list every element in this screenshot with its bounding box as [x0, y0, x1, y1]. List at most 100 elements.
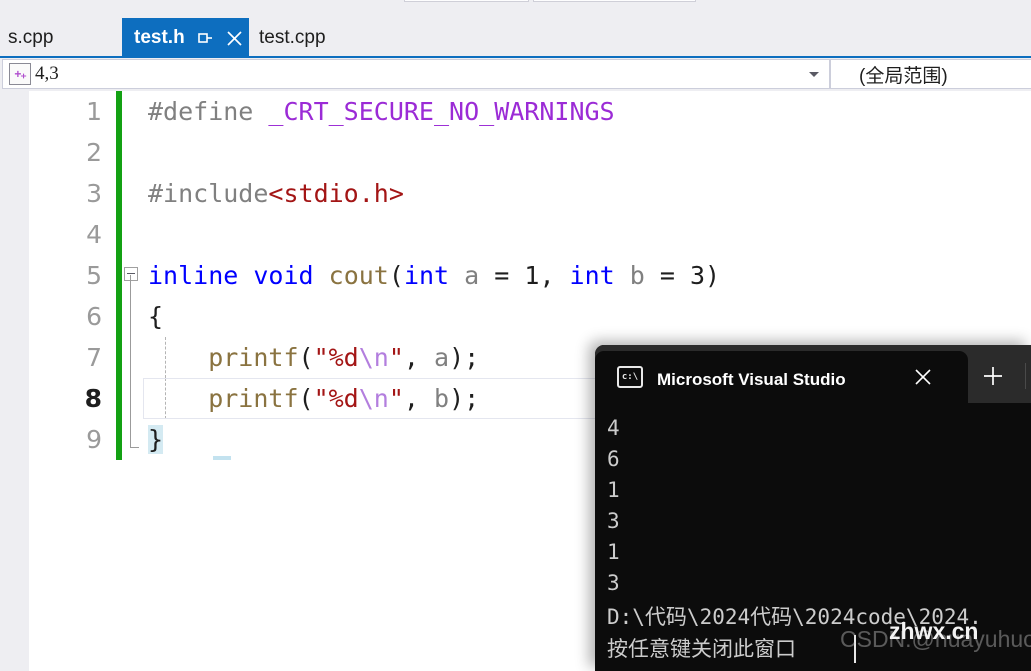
scope-dropdown[interactable]: (全局范围)	[830, 59, 1031, 89]
terminal-tab-title: Microsoft Visual Studio 调试控	[657, 369, 847, 389]
close-icon[interactable]	[909, 363, 937, 391]
code-token: 1	[524, 261, 540, 290]
code-line[interactable]: 2	[29, 132, 1031, 173]
code-token: ,	[539, 261, 570, 290]
code-line[interactable]: 5 inline void cout(int a = 1, int b = 3)	[29, 255, 1031, 296]
code-token: }	[148, 425, 164, 454]
fold-guide-end	[130, 419, 139, 448]
code-token: =	[479, 261, 525, 290]
code-token: (	[298, 343, 314, 372]
terminal-output-line: 6	[607, 447, 620, 471]
toolbar-strip	[0, 0, 1031, 18]
document-tab-bar: s.cpp test.h test.cpp	[0, 18, 1031, 76]
line-number: 5	[86, 261, 102, 290]
code-token: (	[298, 384, 314, 413]
code-token: "%d	[313, 384, 359, 413]
collapse-region-icon[interactable]	[124, 267, 138, 281]
code-text: #include<stdio.h>	[142, 179, 404, 208]
line-number: 6	[86, 302, 102, 331]
toolbar-combo-one[interactable]	[404, 0, 529, 2]
tab-test-h[interactable]: test.h	[122, 18, 246, 58]
terminal-output-area[interactable]: 4 6 1 3 1 3 D:\代码\2024代码\2024code\2024. 按任意键关…	[595, 403, 1031, 671]
visual-studio-window: s.cpp test.h test.cpp +₊ 4,3 (全局范围) 1 #d…	[0, 0, 1031, 671]
terminal-output-line: 1	[607, 478, 620, 502]
close-icon[interactable]	[223, 26, 246, 50]
tab-label: test.h	[134, 27, 185, 48]
code-token: 3	[689, 261, 706, 290]
navigation-bar: +₊ 4,3 (全局范围)	[0, 58, 1031, 91]
pin-icon[interactable]	[193, 26, 216, 50]
code-line[interactable]: 3 #include<stdio.h>	[29, 173, 1031, 214]
fold-guide	[130, 378, 131, 419]
fold-guide	[130, 296, 131, 337]
terminal-path-line: D:\代码\2024代码\2024code\2024.	[607, 605, 982, 629]
code-token: a	[464, 261, 480, 290]
code-token: printf	[148, 384, 299, 413]
tab-label: test.cpp	[259, 27, 326, 48]
terminal-prompt-line: 按任意键关闭此窗口	[607, 633, 1031, 665]
indent-guide	[165, 337, 166, 378]
fold-column[interactable]	[122, 378, 142, 419]
command-prompt-icon: c:\	[617, 366, 643, 388]
code-text: #define _CRT_SECURE_NO_WARNINGS	[142, 97, 615, 126]
terminal-output-lines: 4 6 1 3 1 3	[607, 413, 1031, 599]
line-number: 4	[86, 220, 102, 249]
terminal-prompt-text: 按任意键关闭此窗口	[607, 637, 796, 661]
code-token: ,	[403, 384, 435, 413]
cpp-file-icon: +₊	[9, 63, 31, 85]
terminal-window[interactable]: c:\ Microsoft Visual Studio 调试控 4 6 1 3 1 3	[595, 345, 1031, 671]
line-number: 2	[86, 138, 102, 167]
code-token: inline	[148, 261, 239, 290]
chevron-down-icon[interactable]	[809, 72, 819, 77]
code-token: );	[449, 343, 480, 372]
fold-column[interactable]	[122, 173, 142, 214]
code-token: (	[388, 261, 404, 290]
code-token: "	[388, 384, 404, 413]
code-token: <stdio.h>	[268, 179, 404, 208]
line-number: 8	[84, 384, 102, 413]
code-text: {	[142, 302, 163, 331]
code-token: a	[434, 343, 450, 372]
code-token: )	[705, 261, 721, 290]
fold-guide	[130, 337, 131, 378]
code-token: b	[629, 261, 645, 290]
fold-column[interactable]	[122, 91, 142, 132]
terminal-output-line: 4	[607, 416, 620, 440]
tab-s-cpp[interactable]: s.cpp	[0, 18, 122, 58]
code-token: printf	[148, 343, 299, 372]
code-token: ,	[403, 343, 435, 372]
terminal-tail: D:\代码\2024代码\2024code\2024. 按任意键关闭此窗口	[607, 601, 1031, 665]
fold-column[interactable]	[122, 255, 142, 296]
fold-column[interactable]	[122, 337, 142, 378]
code-token: #define	[148, 97, 269, 126]
terminal-divider	[1025, 363, 1026, 389]
fold-column[interactable]	[122, 214, 142, 255]
code-line[interactable]: 4	[29, 214, 1031, 255]
code-line[interactable]: 1 #define _CRT_SECURE_NO_WARNINGS	[29, 91, 1031, 132]
line-number: 3	[86, 179, 102, 208]
code-text: inline void cout(int a = 1, int b = 3)	[142, 261, 720, 290]
fold-column[interactable]	[122, 419, 142, 460]
code-line[interactable]: 6{	[29, 296, 1031, 337]
tab-test-cpp[interactable]: test.cpp	[246, 18, 389, 58]
line-number: 7	[86, 343, 102, 372]
terminal-output-line: 1	[607, 540, 620, 564]
terminal-output-line: 3	[607, 509, 620, 533]
plus-icon[interactable]	[978, 361, 1008, 391]
toolbar-combo-two[interactable]	[533, 0, 696, 2]
terminal-output-line: 3	[607, 571, 620, 595]
terminal-title-bar[interactable]: c:\ Microsoft Visual Studio 调试控	[595, 345, 1031, 403]
fold-guide	[130, 275, 131, 296]
fold-column[interactable]	[122, 132, 142, 173]
code-text: printf("%d\n", b);	[142, 384, 479, 413]
code-text: printf("%d\n", a);	[142, 343, 479, 372]
code-token: int	[403, 261, 450, 290]
code-token: "	[388, 343, 404, 372]
code-token: _CRT_SECURE_NO_WARNINGS	[268, 97, 615, 126]
indent-guide	[165, 378, 166, 419]
fold-column[interactable]	[122, 296, 142, 337]
position-value: 4,3	[35, 63, 59, 84]
position-dropdown[interactable]: +₊ 4,3	[2, 59, 830, 89]
